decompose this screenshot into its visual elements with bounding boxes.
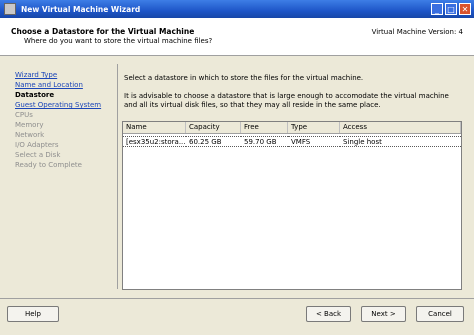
- cell-free: 59.70 GB: [241, 136, 288, 147]
- cell-name: [esx35u2:stora...: [123, 136, 186, 147]
- step-guest-os[interactable]: Guest Operating System: [15, 100, 120, 110]
- column-free[interactable]: Free: [241, 122, 288, 133]
- cancel-button[interactable]: Cancel: [416, 306, 464, 322]
- advice-text: It is advisable to choose a datastore th…: [124, 92, 449, 109]
- intro-text: Select a datastore in which to store the…: [124, 74, 364, 82]
- step-network: Network: [15, 131, 45, 139]
- page-subtitle: Where do you want to store the virtual m…: [24, 37, 213, 45]
- step-io-adapters: I/O Adapters: [15, 141, 59, 149]
- wizard-steps: Wizard Type Name and Location Datastore …: [15, 70, 120, 170]
- next-button[interactable]: Next >: [361, 306, 406, 322]
- maximize-button[interactable]: □: [445, 3, 457, 15]
- content-text: Select a datastore in which to store the…: [124, 74, 462, 119]
- datastore-table: Name Capacity Free Type Access [esx35u2:…: [122, 121, 462, 290]
- cell-type: VMFS: [288, 136, 340, 147]
- table-header: Name Capacity Free Type Access: [123, 122, 461, 134]
- close-button[interactable]: ✕: [459, 3, 471, 15]
- page-title: Choose a Datastore for the Virtual Machi…: [11, 27, 195, 36]
- step-select-disk: Select a Disk: [15, 151, 61, 159]
- step-memory: Memory: [15, 121, 44, 129]
- title-bar: New Virtual Machine Wizard _ □ ✕: [0, 0, 474, 18]
- step-wizard-type[interactable]: Wizard Type: [15, 70, 120, 80]
- window-controls: _ □ ✕: [431, 3, 471, 15]
- vm-version-label: Virtual Machine Version: 4: [371, 28, 463, 36]
- column-type[interactable]: Type: [288, 122, 340, 133]
- column-access[interactable]: Access: [340, 122, 461, 133]
- step-datastore: Datastore: [15, 91, 55, 99]
- nav-divider: [117, 64, 118, 289]
- footer-divider: [0, 298, 474, 299]
- step-ready-to-complete: Ready to Complete: [15, 161, 82, 169]
- step-cpus: CPUs: [15, 111, 33, 119]
- minimize-button[interactable]: _: [431, 3, 443, 15]
- back-button[interactable]: < Back: [306, 306, 351, 322]
- wizard-header: Choose a Datastore for the Virtual Machi…: [0, 18, 474, 56]
- cell-capacity: 60.25 GB: [186, 136, 241, 147]
- step-name-and-location[interactable]: Name and Location: [15, 80, 120, 90]
- window-title: New Virtual Machine Wizard: [21, 4, 141, 14]
- app-icon: [4, 3, 16, 15]
- table-row[interactable]: [esx35u2:stora... 60.25 GB 59.70 GB VMFS…: [123, 136, 461, 147]
- help-button[interactable]: Help: [7, 306, 59, 322]
- column-name[interactable]: Name: [123, 122, 186, 133]
- cell-access: Single host: [340, 136, 461, 147]
- column-capacity[interactable]: Capacity: [186, 122, 241, 133]
